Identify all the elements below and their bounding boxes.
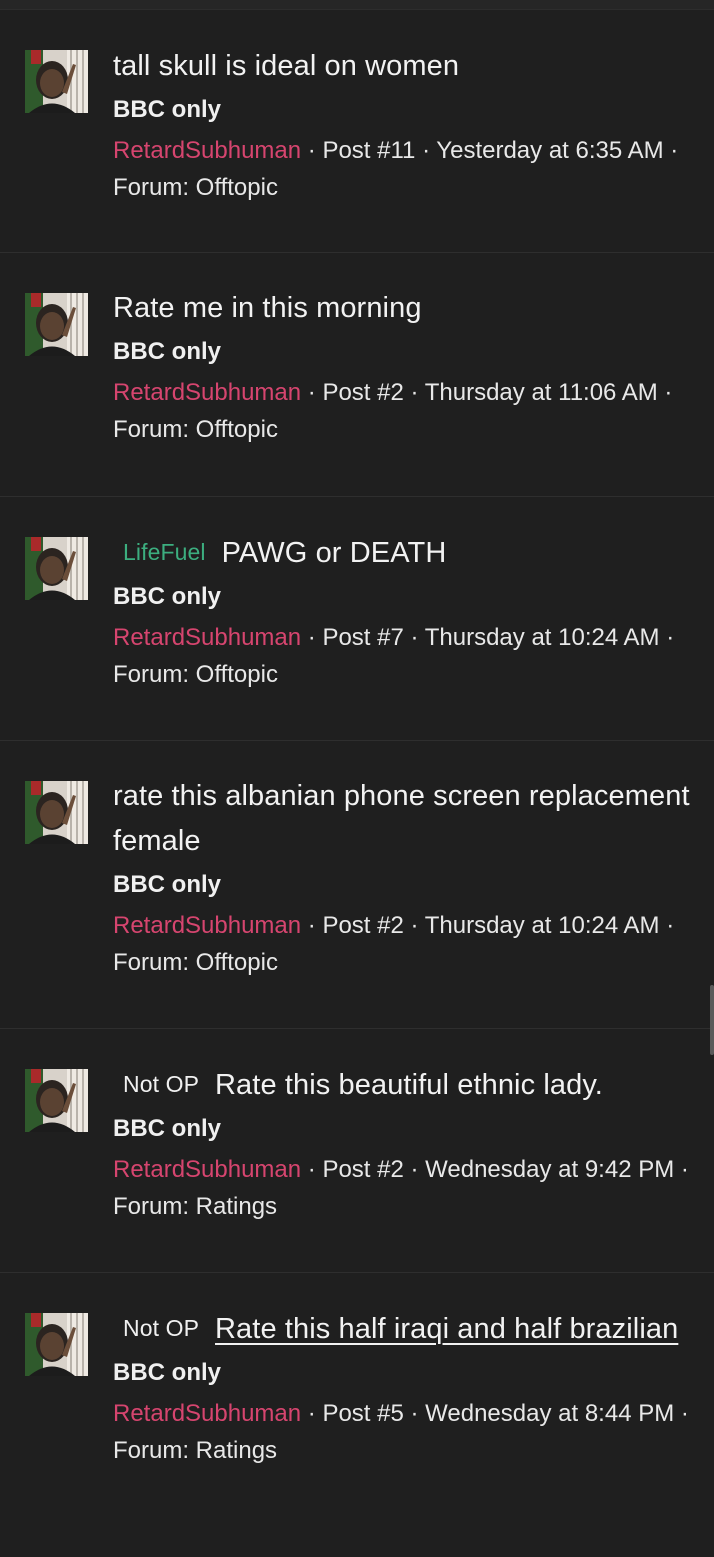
avatar-icon <box>25 50 88 113</box>
avatar[interactable] <box>25 537 88 600</box>
result-content: Not OP Rate this half iraqi and half braz… <box>113 1306 700 1469</box>
username-link[interactable]: RetardSubhuman <box>113 1400 301 1427</box>
result-meta: RetardSubhuman · Post #2 · Wednesday at … <box>113 1151 700 1225</box>
top-edge-bar <box>0 0 714 10</box>
result-title-line: Not OP Rate this beautiful ethnic lady. <box>113 1062 700 1108</box>
search-result[interactable]: LifeFuel PAWG or DEATH BBC only RetardSub… <box>0 497 714 741</box>
avatar[interactable] <box>25 50 88 113</box>
avatar[interactable] <box>25 781 88 844</box>
result-title-link[interactable]: Rate me in this morning <box>113 292 422 324</box>
result-snippet: BBC only <box>113 1359 221 1386</box>
avatar-icon <box>25 537 88 600</box>
thread-prefix-label[interactable]: LifeFuel <box>123 539 206 565</box>
avatar[interactable] <box>25 293 88 356</box>
result-title-line: tall skull is ideal on women <box>113 44 700 89</box>
result-meta: RetardSubhuman · Post #2 · Thursday at 1… <box>113 374 700 448</box>
result-title-link[interactable]: PAWG or DEATH <box>222 537 447 569</box>
search-result[interactable]: Rate me in this morning BBC only RetardS… <box>0 253 714 497</box>
result-snippet: BBC only <box>113 338 221 365</box>
result-title-link[interactable]: tall skull is ideal on women <box>113 50 459 82</box>
avatar[interactable] <box>25 1313 88 1376</box>
result-meta: RetardSubhuman · Post #7 · Thursday at 1… <box>113 619 700 693</box>
result-title-link[interactable]: Rate this half iraqi and half brazilian <box>215 1313 678 1345</box>
avatar-icon <box>25 293 88 356</box>
search-result[interactable]: Not OP Rate this half iraqi and half braz… <box>0 1273 714 1557</box>
result-title-line: rate this albanian phone screen replacem… <box>113 774 700 864</box>
username-link[interactable]: RetardSubhuman <box>113 137 301 164</box>
avatar-icon <box>25 781 88 844</box>
result-title-line: LifeFuel PAWG or DEATH <box>113 530 700 576</box>
username-link[interactable]: RetardSubhuman <box>113 624 301 651</box>
result-snippet: BBC only <box>113 871 221 898</box>
result-content: rate this albanian phone screen replacem… <box>113 774 700 981</box>
search-result[interactable]: tall skull is ideal on women BBC only Re… <box>0 10 714 253</box>
result-meta: RetardSubhuman · Post #2 · Thursday at 1… <box>113 907 700 981</box>
result-meta: RetardSubhuman · Post #11 · Yesterday at… <box>113 132 700 206</box>
result-title-link[interactable]: Rate this beautiful ethnic lady. <box>215 1069 603 1101</box>
avatar-icon <box>25 1069 88 1132</box>
result-content: Not OP Rate this beautiful ethnic lady. B… <box>113 1062 700 1225</box>
result-title-line: Not OP Rate this half iraqi and half braz… <box>113 1306 700 1352</box>
result-title-line: Rate me in this morning <box>113 286 700 331</box>
avatar[interactable] <box>25 1069 88 1132</box>
scrollbar[interactable] <box>710 985 714 1055</box>
result-meta: RetardSubhuman · Post #5 · Wednesday at … <box>113 1395 700 1469</box>
result-snippet: BBC only <box>113 96 221 123</box>
thread-prefix-label[interactable]: Not OP <box>123 1071 199 1097</box>
avatar-icon <box>25 1313 88 1376</box>
result-title-link[interactable]: rate this albanian phone screen replacem… <box>113 780 690 857</box>
result-content: Rate me in this morning BBC only RetardS… <box>113 286 700 448</box>
result-snippet: BBC only <box>113 583 221 610</box>
username-link[interactable]: RetardSubhuman <box>113 1156 301 1183</box>
result-content: LifeFuel PAWG or DEATH BBC only RetardSub… <box>113 530 700 693</box>
username-link[interactable]: RetardSubhuman <box>113 379 301 406</box>
search-results-list: tall skull is ideal on women BBC only Re… <box>0 10 714 1557</box>
thread-prefix-label[interactable]: Not OP <box>123 1315 199 1341</box>
result-content: tall skull is ideal on women BBC only Re… <box>113 44 700 206</box>
username-link[interactable]: RetardSubhuman <box>113 912 301 939</box>
search-result[interactable]: rate this albanian phone screen replacem… <box>0 741 714 1029</box>
result-snippet: BBC only <box>113 1115 221 1142</box>
search-result[interactable]: Not OP Rate this beautiful ethnic lady. B… <box>0 1029 714 1273</box>
